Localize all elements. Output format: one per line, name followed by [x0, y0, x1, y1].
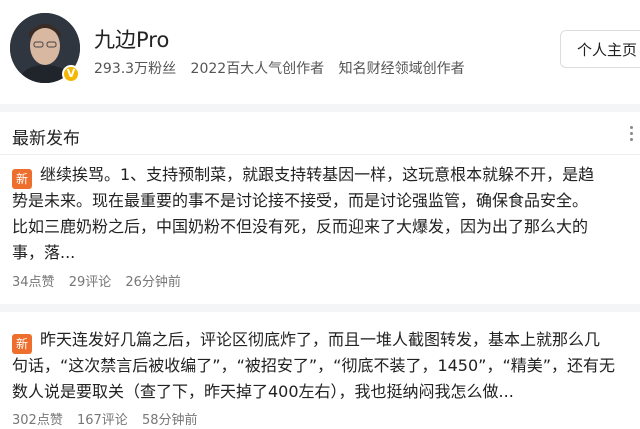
- section-divider: [0, 104, 640, 112]
- post-meta: 302点赞 167评论 58分钟前: [12, 409, 207, 428]
- profile-header: V 九边Pro 293.3万粉丝 2022百大人气创作者 知名财经领域创作者 个…: [0, 0, 640, 104]
- profile-name: 九边Pro: [94, 28, 170, 52]
- section-title: 最新发布: [12, 129, 80, 149]
- new-badge-icon: 新: [12, 169, 32, 189]
- creator-tag-finance: 知名财经领域创作者: [338, 61, 465, 77]
- home-page-button[interactable]: 个人主页: [560, 30, 640, 68]
- post-divider: [0, 304, 640, 312]
- post-line: 句话，“这次禁言后被收编了”，“被招安了”，“彻底不装了，1450”，“精美”，…: [12, 356, 616, 375]
- like-count[interactable]: 34点赞: [12, 275, 55, 290]
- new-badge-icon: 新: [12, 334, 32, 354]
- profile-stats: 293.3万粉丝 2022百大人气创作者 知名财经领域创作者: [94, 58, 475, 78]
- comment-count[interactable]: 167评论: [77, 413, 128, 428]
- post-item[interactable]: 新昨天连发好几篇之后，评论区彻底炸了，而且一堆人截图转发，基本上就那么几 句话，…: [0, 322, 640, 429]
- creator-tag-popular: 2022百大人气创作者: [190, 61, 325, 77]
- post-line: 比如三鹿奶粉之后，中国奶粉不但没有死，反而迎来了大爆发，因为出了那么大的: [12, 217, 589, 236]
- post-item[interactable]: 新继续挨骂。1、支持预制菜，就跟支持转基因一样，这玩意根本就躲不开，是趋 势是未…: [0, 157, 640, 297]
- post-line: 数人说是要取关（查了下，昨天掉了400左右），我也挺纳闷我怎么做...: [12, 382, 514, 401]
- post-line: 新继续挨骂。1、支持预制菜，就跟支持转基因一样，这玩意根本就躲不开，是趋: [12, 162, 640, 189]
- post-text[interactable]: 新昨天连发好几篇之后，评论区彻底炸了，而且一堆人截图转发，基本上就那么几 句话，…: [12, 327, 640, 405]
- post-time: 58分钟前: [141, 413, 198, 428]
- post-time: 26分钟前: [125, 275, 181, 290]
- post-meta: 34点赞 29评论 26分钟前: [12, 271, 191, 290]
- verified-badge-icon: V: [62, 65, 80, 83]
- post-line: 势是未来。现在最重要的事不是讨论接不接受，而是讨论强监管，确保食品安全。: [12, 191, 589, 210]
- post-line: 新昨天连发好几篇之后，评论区彻底炸了，而且一堆人截图转发，基本上就那么几: [12, 327, 640, 354]
- title-divider: [0, 154, 640, 155]
- comment-count[interactable]: 29评论: [69, 275, 112, 290]
- post-text[interactable]: 新继续挨骂。1、支持预制菜，就跟支持转基因一样，这玩意根本就躲不开，是趋 势是未…: [12, 162, 640, 266]
- more-options-icon[interactable]: [630, 126, 634, 144]
- like-count[interactable]: 302点赞: [12, 413, 63, 428]
- follower-count: 293.3万粉丝: [94, 61, 177, 77]
- post-line: 事，落...: [12, 243, 76, 262]
